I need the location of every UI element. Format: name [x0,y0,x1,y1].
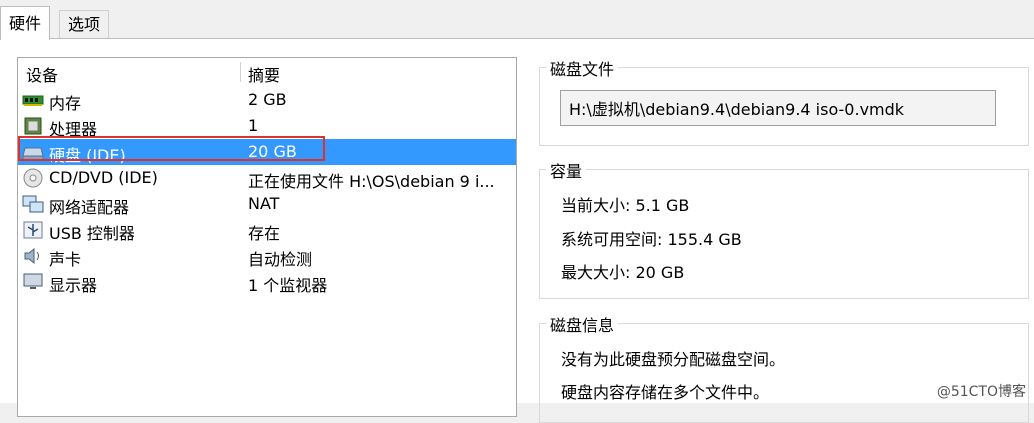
device-row-sound-card[interactable]: 声卡 自动检测 [18,243,516,269]
device-summary: NAT [248,194,280,213]
tab-hardware-label: 硬件 [9,14,42,33]
device-row-memory[interactable]: 内存 2 GB [18,87,516,113]
processor-icon [24,117,42,135]
hard-disk-icon [22,147,44,161]
device-summary: 自动检测 [248,250,313,269]
device-summary: 2 GB [248,90,287,109]
device-row-network-adapter[interactable]: 网络适配器 NAT [18,191,516,217]
device-name: 硬盘 (IDE) [49,146,126,165]
tab-options-label: 选项 [68,15,101,34]
device-name: 处理器 [49,120,98,139]
device-summary: 1 个监视器 [248,276,328,295]
network-adapter-icon [22,195,44,213]
device-name: 内存 [49,94,82,113]
column-divider[interactable] [240,62,241,82]
disk-file-path-field[interactable]: H:\虚拟机\debian9.4\debian9.4 iso-0.vmdk [560,90,996,126]
device-summary: 1 [248,116,259,135]
disk-file-legend: 磁盘文件 [546,56,619,80]
tab-options[interactable]: 选项 [59,10,110,38]
device-row-processor[interactable]: 处理器 1 [18,113,516,139]
device-name: 显示器 [49,276,98,295]
display-icon [23,273,43,289]
memory-icon [22,95,44,106]
current-size-text: 当前大小: 5.1 GB [561,196,690,215]
device-name: 网络适配器 [49,198,130,217]
tab-hardware[interactable]: 硬件 [0,6,51,40]
watermark: @51CTO博客 [936,384,1026,400]
sound-card-icon [24,247,39,265]
max-size-text: 最大大小: 20 GB [561,263,685,282]
column-device[interactable]: 设备 [26,62,58,86]
disk-info-line-2: 硬盘内容存储在多个文件中。 [561,383,770,402]
disk-info-line-1: 没有为此硬盘预分配磁盘空间。 [561,350,786,369]
device-summary: 存在 [248,224,281,243]
usb-icon [23,221,43,239]
device-row-usb-controller[interactable]: USB 控制器 存在 [18,217,516,243]
device-row-display[interactable]: 显示器 1 个监视器 [18,269,516,295]
tab-bar: 硬件 选项 [0,0,1034,40]
device-list-header: 设备 摘要 [18,58,516,86]
disk-info-group: 磁盘信息 [539,312,1029,423]
device-name: 声卡 [49,250,82,269]
device-summary: 正在使用文件 H:\OS\debian 9 i... [248,172,495,191]
capacity-legend: 容量 [546,158,587,182]
disk-info-legend: 磁盘信息 [546,312,619,336]
hardware-panel: 设备 摘要 内存 2 GB 处理器 1 硬盘 (IDE) 20 GB CD/DV… [0,39,1034,423]
device-name: CD/DVD (IDE) [49,168,158,187]
available-space-text: 系统可用空间: 155.4 GB [561,230,742,249]
device-list: 设备 摘要 内存 2 GB 处理器 1 硬盘 (IDE) 20 GB CD/DV… [17,57,517,417]
device-summary: 20 GB [248,142,297,161]
device-row-cd-dvd[interactable]: CD/DVD (IDE) 正在使用文件 H:\OS\debian 9 i... [18,165,516,191]
cd-dvd-icon [23,168,43,188]
device-row-hard-disk[interactable]: 硬盘 (IDE) 20 GB [18,139,516,165]
column-summary[interactable]: 摘要 [248,62,280,86]
device-name: USB 控制器 [49,224,135,243]
